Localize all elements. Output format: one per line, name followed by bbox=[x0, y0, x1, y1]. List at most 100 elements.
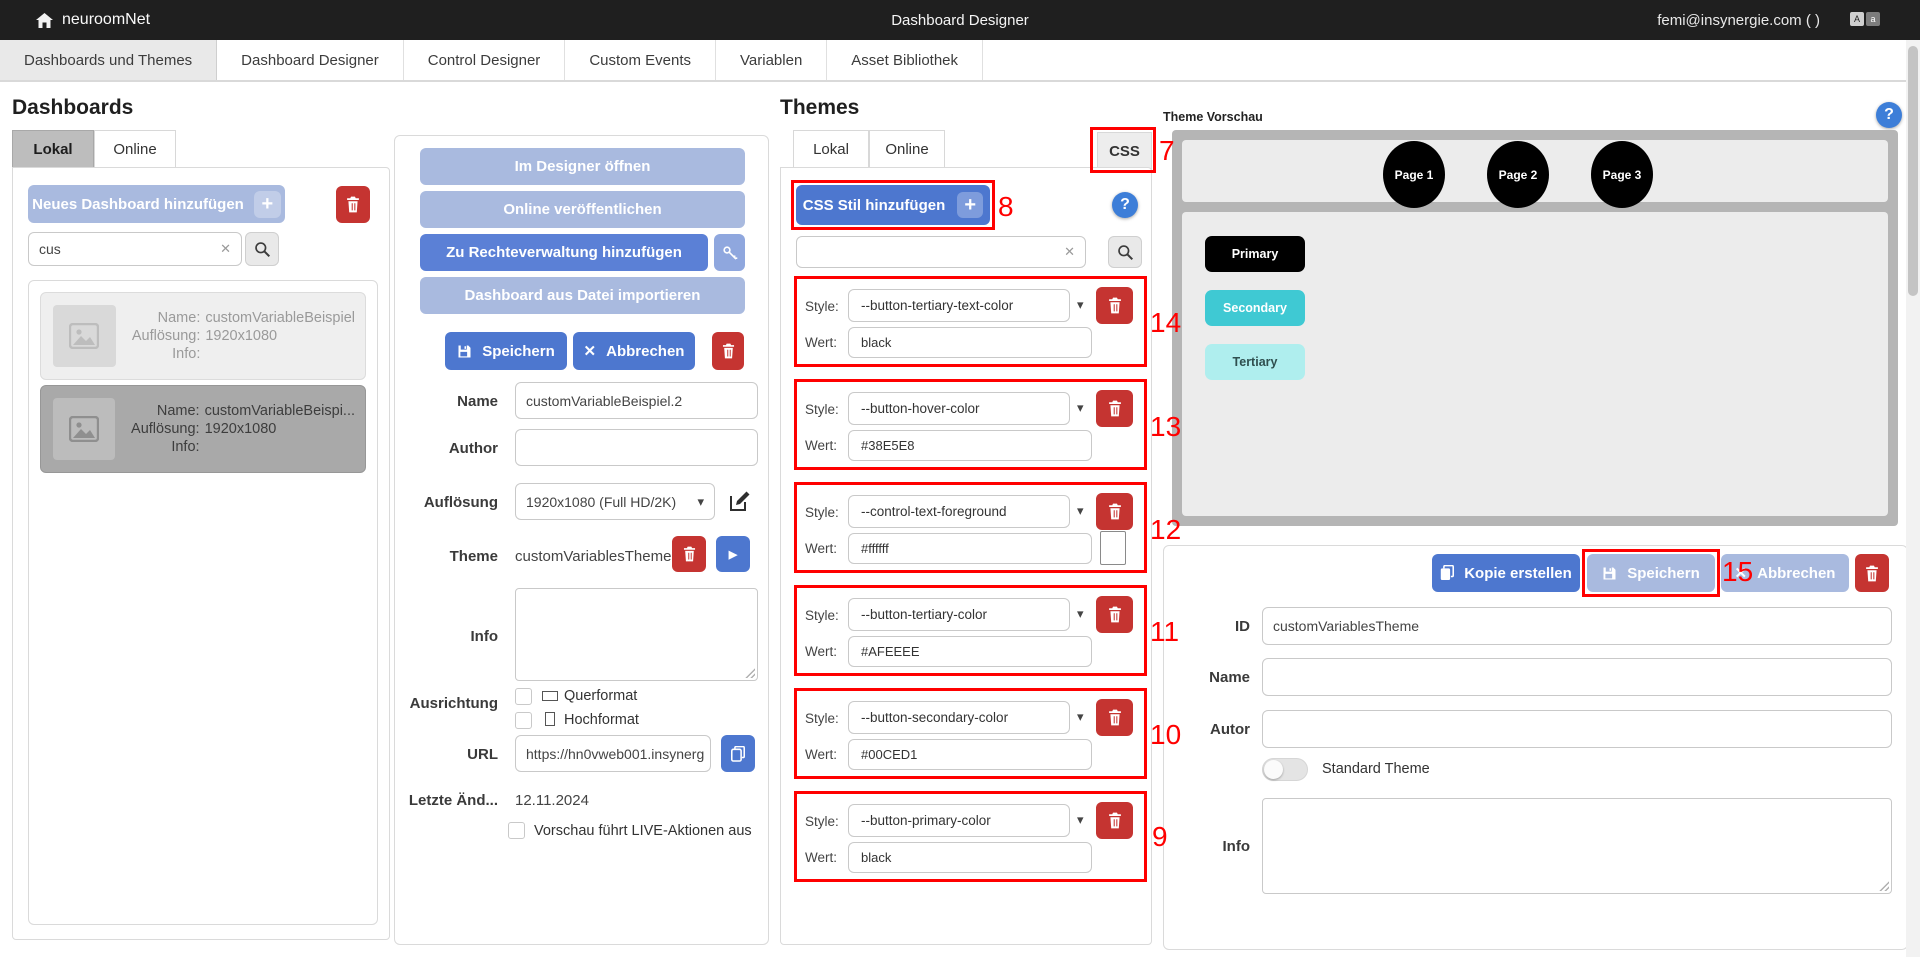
style-select[interactable]: --button-primary-color bbox=[848, 804, 1070, 837]
themes-tab-css[interactable]: CSS bbox=[1097, 132, 1152, 170]
preview-tertiary-button[interactable]: Tertiary bbox=[1205, 344, 1305, 380]
autor-input[interactable] bbox=[1262, 710, 1892, 748]
theme-info-textarea[interactable] bbox=[1262, 798, 1892, 894]
themes-help-icon[interactable]: ? bbox=[1112, 192, 1138, 218]
copy-url-button[interactable] bbox=[721, 735, 755, 772]
add-to-rights-button[interactable]: Zu Rechteverwaltung hinzufügen bbox=[420, 234, 708, 271]
css-search-button[interactable] bbox=[1108, 236, 1142, 268]
tab-control-designer[interactable]: Control Designer bbox=[404, 40, 566, 80]
orientation-label: Ausrichtung bbox=[394, 695, 498, 712]
key-button[interactable] bbox=[714, 234, 745, 271]
delete-style-button[interactable] bbox=[1096, 390, 1133, 427]
preview-page-2[interactable]: Page 2 bbox=[1487, 141, 1549, 208]
copy-icon bbox=[1440, 565, 1454, 581]
wert-input[interactable]: black bbox=[848, 327, 1092, 358]
chevron-down-icon[interactable]: ▾ bbox=[1077, 297, 1084, 313]
delete-dashboard-button[interactable] bbox=[336, 186, 370, 223]
item-res-label: Auflösung: bbox=[132, 328, 201, 344]
resize-handle[interactable] bbox=[1879, 881, 1889, 891]
clear-search-icon[interactable]: ✕ bbox=[1064, 244, 1075, 260]
create-copy-button[interactable]: Kopie erstellen bbox=[1432, 554, 1580, 592]
preview-help-icon[interactable]: ? bbox=[1876, 102, 1902, 128]
delete-style-button[interactable] bbox=[1096, 802, 1133, 839]
info-textarea[interactable] bbox=[515, 588, 758, 681]
wert-input[interactable]: #ffffff bbox=[848, 533, 1092, 564]
tab-dashboard-designer[interactable]: Dashboard Designer bbox=[217, 40, 404, 80]
open-in-designer-button[interactable]: Im Designer öffnen bbox=[420, 148, 745, 185]
theme-name-input[interactable] bbox=[1262, 658, 1892, 696]
author-input[interactable] bbox=[515, 429, 758, 466]
resize-handle[interactable] bbox=[745, 668, 755, 678]
add-css-style-button[interactable]: CSS Stil hinzufügen + bbox=[796, 185, 990, 225]
tab-dashboards-und-themes[interactable]: Dashboards und Themes bbox=[0, 40, 217, 80]
delete-style-button[interactable] bbox=[1096, 287, 1133, 324]
preview-secondary-button[interactable]: Secondary bbox=[1205, 290, 1305, 326]
portrait-checkbox[interactable] bbox=[515, 712, 532, 729]
css-style-row: Style: --button-primary-color ▾ Wert: bl… bbox=[794, 791, 1147, 882]
style-select[interactable]: --button-tertiary-text-color bbox=[848, 289, 1070, 322]
id-input[interactable]: customVariablesTheme bbox=[1262, 607, 1892, 645]
edit-resolution-button[interactable] bbox=[724, 488, 754, 516]
dashboard-list-item[interactable]: Name:customVariableBeispiel Auflösung:19… bbox=[40, 292, 366, 380]
delete-style-button[interactable] bbox=[1096, 493, 1133, 530]
item-info-label: Info: bbox=[132, 346, 201, 362]
style-select[interactable]: --button-secondary-color bbox=[848, 701, 1070, 734]
style-select[interactable]: --button-tertiary-color bbox=[848, 598, 1070, 631]
page-scrollbar[interactable] bbox=[1906, 40, 1920, 957]
tab-variablen[interactable]: Variablen bbox=[716, 40, 827, 80]
add-dashboard-button[interactable]: Neues Dashboard hinzufügen + bbox=[28, 185, 285, 223]
import-dashboard-button[interactable]: Dashboard aus Datei importieren bbox=[420, 277, 745, 314]
trash-icon bbox=[721, 343, 736, 359]
themes-tab-lokal[interactable]: Lokal bbox=[793, 130, 869, 168]
color-swatch[interactable] bbox=[1100, 531, 1126, 565]
themes-title: Themes bbox=[780, 96, 859, 120]
clear-search-icon[interactable]: ✕ bbox=[220, 241, 231, 257]
cancel-dashboard-button[interactable]: ✕Abbrechen bbox=[573, 332, 695, 370]
preview-page-1[interactable]: Page 1 bbox=[1383, 141, 1445, 208]
delete-theme-button[interactable] bbox=[672, 536, 706, 572]
tab-asset-bibliothek[interactable]: Asset Bibliothek bbox=[827, 40, 983, 80]
user-email[interactable]: femi@insynergie.com ( ) bbox=[1657, 0, 1820, 40]
wert-input[interactable]: #AFEEEE bbox=[848, 636, 1092, 667]
delete-dashboard-editor-button[interactable] bbox=[712, 332, 744, 370]
save-theme-button[interactable]: Speichern bbox=[1587, 554, 1715, 592]
chevron-down-icon[interactable]: ▾ bbox=[1077, 606, 1084, 622]
preview-primary-button[interactable]: Primary bbox=[1205, 236, 1305, 272]
css-search-input[interactable]: ✕ bbox=[796, 236, 1086, 268]
dashboards-tab-online[interactable]: Online bbox=[94, 130, 176, 168]
delete-style-button[interactable] bbox=[1096, 699, 1133, 736]
search-button[interactable] bbox=[245, 232, 279, 266]
themes-tab-online[interactable]: Online bbox=[869, 130, 945, 168]
delete-style-button[interactable] bbox=[1096, 596, 1133, 633]
dashboard-search-input[interactable]: cus ✕ bbox=[28, 232, 242, 266]
chevron-down-icon[interactable]: ▾ bbox=[1077, 503, 1084, 519]
apply-theme-button[interactable]: ▶ bbox=[716, 536, 750, 572]
language-icon[interactable]: Aa bbox=[1850, 12, 1880, 26]
trash-icon bbox=[1107, 812, 1123, 829]
tab-custom-events[interactable]: Custom Events bbox=[565, 40, 716, 80]
preview-page-3[interactable]: Page 3 bbox=[1591, 141, 1653, 208]
delete-theme-form-button[interactable] bbox=[1855, 554, 1889, 592]
wert-input[interactable]: #00CED1 bbox=[848, 739, 1092, 770]
style-select[interactable]: --button-hover-color bbox=[848, 392, 1070, 425]
scrollbar-thumb[interactable] bbox=[1908, 46, 1918, 296]
resolution-select[interactable]: 1920x1080 (Full HD/2K) ▾ bbox=[515, 483, 715, 520]
standard-theme-toggle[interactable] bbox=[1262, 758, 1308, 781]
landscape-checkbox[interactable] bbox=[515, 688, 532, 705]
trash-icon bbox=[1107, 709, 1123, 726]
chevron-down-icon[interactable]: ▾ bbox=[1077, 709, 1084, 725]
chevron-down-icon[interactable]: ▾ bbox=[1077, 812, 1084, 828]
wert-input[interactable]: #38E5E8 bbox=[848, 430, 1092, 461]
url-input[interactable]: https://hn0vweb001.insynerg bbox=[515, 735, 711, 772]
save-icon bbox=[457, 344, 472, 359]
item-name-label: Name: bbox=[131, 403, 200, 419]
dashboards-tab-lokal[interactable]: Lokal bbox=[12, 130, 94, 168]
publish-online-button[interactable]: Online veröffentlichen bbox=[420, 191, 745, 228]
chevron-down-icon[interactable]: ▾ bbox=[1077, 400, 1084, 416]
dashboard-list-item-selected[interactable]: Name:customVariableBeispi... Auflösung:1… bbox=[40, 385, 366, 473]
live-actions-checkbox[interactable] bbox=[508, 822, 525, 839]
save-dashboard-button[interactable]: Speichern bbox=[445, 332, 567, 370]
wert-input[interactable]: black bbox=[848, 842, 1092, 873]
name-input[interactable]: customVariableBeispiel.2 bbox=[515, 382, 758, 419]
style-select[interactable]: --control-text-foreground bbox=[848, 495, 1070, 528]
